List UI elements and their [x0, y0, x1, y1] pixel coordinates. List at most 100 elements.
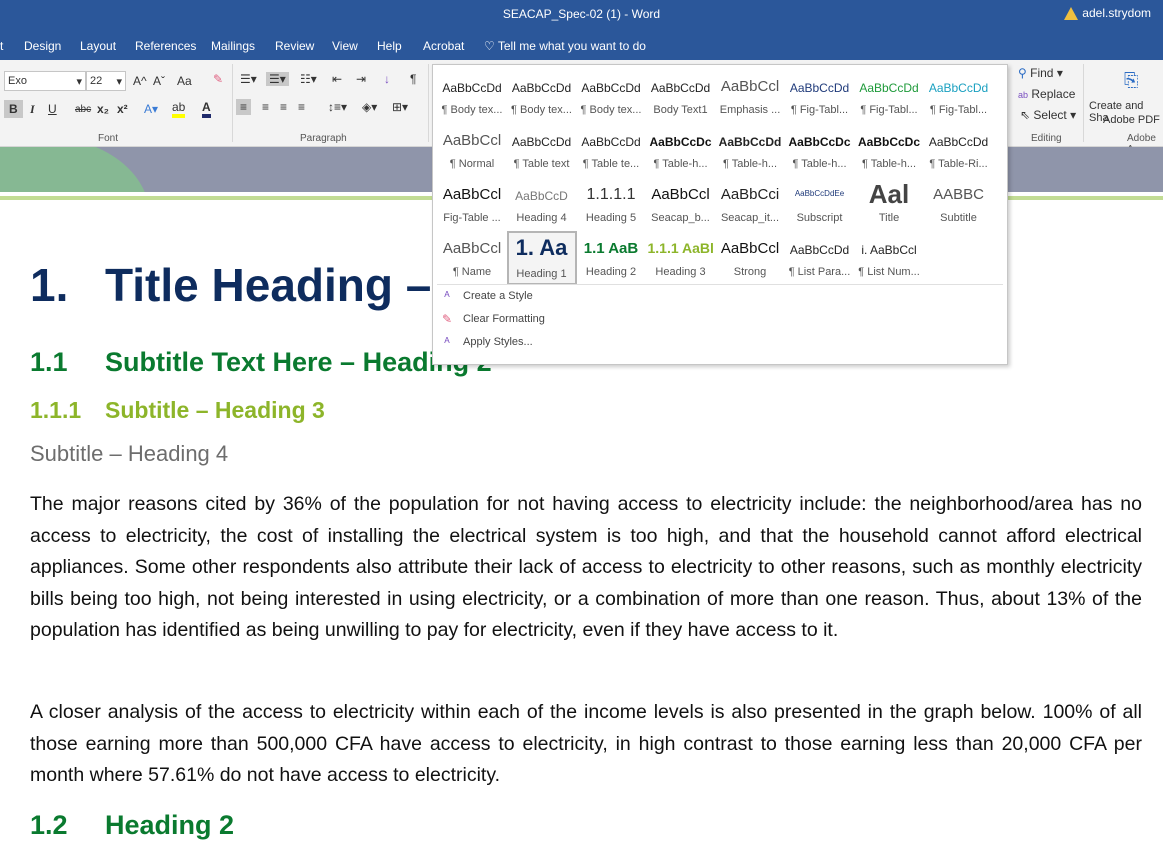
shrink-font-button[interactable]: Aˇ	[153, 74, 165, 88]
numbering-button[interactable]: ☰▾	[266, 72, 289, 86]
tab-layout[interactable]: Layout	[80, 39, 116, 53]
style-item[interactable]: 1. Aa Heading 1	[506, 231, 577, 285]
style-item[interactable]: AaBbCcl ¶ Normal	[437, 123, 507, 177]
style-item[interactable]: 1.1.1.1 Heading 5	[576, 177, 646, 231]
tab-mailings[interactable]: Mailings	[211, 39, 255, 53]
create-style-command[interactable]: ᴬ Create a Style	[439, 289, 533, 303]
replace-icon: ab	[1018, 90, 1029, 100]
style-item[interactable]: AaBbCcl Strong	[715, 231, 785, 285]
show-marks-button[interactable]: ¶	[410, 72, 416, 86]
align-right-button[interactable]: ≡	[280, 100, 287, 114]
style-item[interactable]: AaBbCcDd ¶ Body tex...	[507, 69, 577, 123]
style-label: ¶ Table text	[513, 158, 570, 170]
style-item[interactable]: AaBbCcDd ¶ Table te...	[576, 123, 646, 177]
find-button[interactable]: ⚲ Find ▾	[1018, 66, 1063, 80]
style-item[interactable]: AaBbCcDc ¶ Table-h...	[854, 123, 924, 177]
bullets-button[interactable]: ☰▾	[240, 72, 257, 86]
tab-references[interactable]: References	[135, 39, 196, 53]
user-name: adel.strydom	[1082, 6, 1151, 20]
style-item[interactable]: AaBbCcDd ¶ Table-Ri...	[924, 123, 994, 177]
style-label: ¶ Table-h...	[861, 158, 916, 170]
body-paragraph-2[interactable]: A closer analysis of the access to elect…	[30, 697, 1142, 792]
style-label: Seacap_b...	[651, 212, 710, 224]
borders-button[interactable]: ⊞▾	[392, 100, 408, 114]
shading-button[interactable]: ◈▾	[362, 100, 377, 114]
style-item[interactable]: AaBbCcl Fig-Table ...	[437, 177, 507, 231]
tab-acrobat[interactable]: Acrobat	[423, 39, 464, 53]
style-item[interactable]: AABBC Subtitle	[924, 177, 994, 231]
heading-2-second[interactable]: 1.2 Heading 2	[30, 810, 1142, 841]
increase-indent-button[interactable]: ⇥	[356, 72, 366, 86]
tab-design[interactable]: Design	[24, 39, 61, 53]
bold-button[interactable]: B	[4, 100, 23, 118]
style-item[interactable]: AaBbCcDd Body Text1	[646, 69, 716, 123]
style-item[interactable]: AaBbCcDc ¶ Table-h...	[646, 123, 716, 177]
grow-font-button[interactable]: A^	[133, 74, 147, 88]
style-label: ¶ Fig-Tabl...	[790, 104, 849, 116]
style-item[interactable]: AaBbCcDc ¶ Table-h...	[785, 123, 855, 177]
body-paragraph-1[interactable]: The major reasons cited by 36% of the po…	[30, 489, 1142, 647]
font-size-select[interactable]: 22 ▾	[86, 71, 126, 91]
clear-formatting-icon[interactable]: ✎	[213, 72, 223, 86]
command-label: Create a Style	[463, 290, 533, 302]
replace-button[interactable]: ab Replace	[1018, 87, 1075, 101]
style-item[interactable]: AaBbCcDd ¶ Fig-Tabl...	[785, 69, 855, 123]
strikethrough-button[interactable]: abc	[75, 104, 91, 115]
apply-styles-command[interactable]: ᴬ Apply Styles...	[439, 335, 533, 349]
style-preview: AaBbCcDd	[511, 81, 572, 95]
adobe-pdf-icon[interactable]: ⎘	[1124, 70, 1138, 91]
superscript-button[interactable]: x²	[117, 102, 128, 116]
style-preview: AaBbCcDc	[857, 135, 920, 149]
style-item[interactable]: AaBbCcD Heading 4	[507, 177, 577, 231]
style-item[interactable]: AaBbCcDd ¶ Table-h...	[715, 123, 785, 177]
style-item[interactable]: AaBbCcDd ¶ Fig-Tabl...	[854, 69, 924, 123]
style-preview: AaBbCcDd	[789, 81, 850, 95]
text-effects-button[interactable]: A▾	[144, 102, 158, 116]
style-item[interactable]: i. AaBbCcl ¶ List Num...	[854, 231, 924, 285]
style-item[interactable]: AaBbCcDd ¶ List Para...	[785, 231, 855, 285]
style-item[interactable]: AaBbCcDd ¶ Body tex...	[437, 69, 507, 123]
style-item[interactable]: AaBbCcDd ¶ Fig-Tabl...	[924, 69, 994, 123]
font-color-button[interactable]: A	[202, 100, 211, 118]
style-label: Heading 5	[585, 212, 637, 224]
tab-help[interactable]: Help	[377, 39, 402, 53]
select-button[interactable]: ⇖ Select ▾	[1020, 108, 1076, 122]
style-item[interactable]: AaBbCcl Emphasis ...	[715, 69, 785, 123]
style-preview: AaBbCcDd	[928, 135, 989, 149]
change-case-button[interactable]: Aa	[177, 74, 192, 88]
tab-view[interactable]: View	[332, 39, 358, 53]
sort-button[interactable]: ↓	[384, 72, 390, 86]
style-item[interactable]: 1.1 AaB Heading 2	[576, 231, 646, 285]
italic-button[interactable]: I	[30, 102, 35, 117]
style-item[interactable]: AaBbCci Seacap_it...	[715, 177, 785, 231]
align-center-button[interactable]: ≡	[262, 100, 269, 114]
style-item[interactable]: AaBbCcDdEe Subscript	[785, 177, 855, 231]
highlight-button[interactable]: ab	[172, 100, 186, 118]
multilevel-list-button[interactable]: ☷▾	[300, 72, 317, 86]
style-item[interactable]: AaBbCcDd ¶ Body tex...	[576, 69, 646, 123]
style-item[interactable]: 1.1.1 AaBl Heading 3	[646, 231, 716, 285]
tell-me-search[interactable]: ♡ Tell me what you want to do	[484, 39, 646, 53]
account[interactable]: adel.strydom	[1064, 6, 1151, 20]
subscript-button[interactable]: x₂	[97, 102, 109, 116]
clear-formatting-icon: ✎	[441, 312, 453, 326]
decrease-indent-button[interactable]: ⇤	[332, 72, 342, 86]
tab-review[interactable]: Review	[275, 39, 314, 53]
justify-button[interactable]: ≡	[298, 100, 305, 114]
command-label: Apply Styles...	[463, 336, 533, 348]
tab-insert[interactable]: t	[0, 39, 3, 53]
font-name-select[interactable]: Exo ▾	[4, 71, 86, 91]
style-item[interactable]: Aal Title	[854, 177, 924, 231]
clear-formatting-command[interactable]: ✎ Clear Formatting	[439, 312, 545, 326]
style-item[interactable]: AaBbCcl Seacap_b...	[646, 177, 716, 231]
underline-button[interactable]: U	[48, 102, 57, 116]
heading-4[interactable]: Subtitle – Heading 4	[30, 441, 1142, 467]
line-spacing-button[interactable]: ↕≡▾	[328, 100, 347, 114]
style-label: ¶ Body tex...	[580, 104, 642, 116]
heading-3[interactable]: 1.1.1 Subtitle – Heading 3	[30, 397, 1142, 424]
style-item[interactable]: AaBbCcDd ¶ Table text	[507, 123, 577, 177]
style-label: ¶ Name	[452, 266, 492, 278]
style-preview: Aal	[868, 179, 910, 209]
align-left-button[interactable]: ≡	[236, 99, 252, 115]
style-item[interactable]: AaBbCcl ¶ Name	[437, 231, 507, 285]
